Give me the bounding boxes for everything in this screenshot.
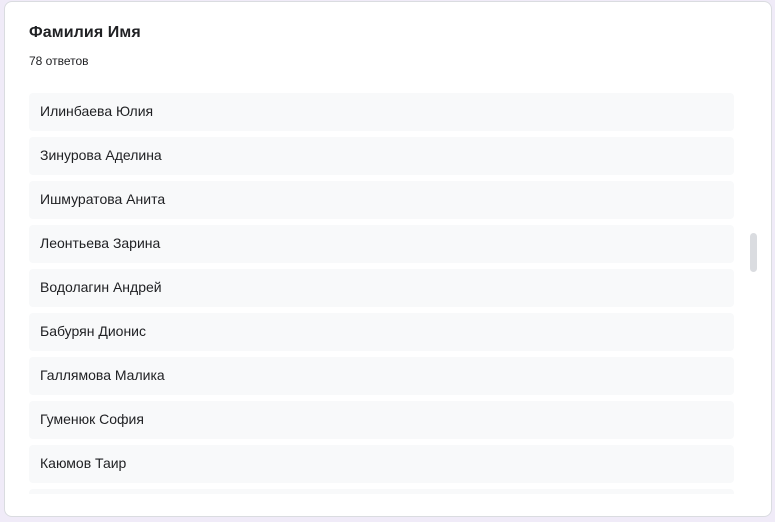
answer-item: Зинурова Аделина (29, 137, 734, 175)
answer-item: Водолагин Андрей (29, 269, 734, 307)
scrollbar-thumb[interactable] (750, 233, 757, 272)
answer-item: Каюмов Таир (29, 445, 734, 483)
answer-item: Бабурян Дионис (29, 313, 734, 351)
response-count: 78 ответов (29, 54, 89, 68)
question-summary-card: Фамилия Имя 78 ответов Илинбаева Юлия Зи… (4, 1, 772, 517)
answer-item: Леонтьева Зарина (29, 225, 734, 263)
answers-scrollbar[interactable] (748, 93, 758, 494)
answers-list[interactable]: Илинбаева Юлия Зинурова Аделина Ишмурато… (29, 93, 734, 494)
answer-item: Галлямова Малика (29, 357, 734, 395)
question-title: Фамилия Имя (29, 24, 141, 41)
answer-item: Гуменюк София (29, 401, 734, 439)
answer-item: Илинбаева Юлия (29, 93, 734, 131)
answer-item: Ишмуратова Анита (29, 181, 734, 219)
answer-item (29, 489, 734, 494)
